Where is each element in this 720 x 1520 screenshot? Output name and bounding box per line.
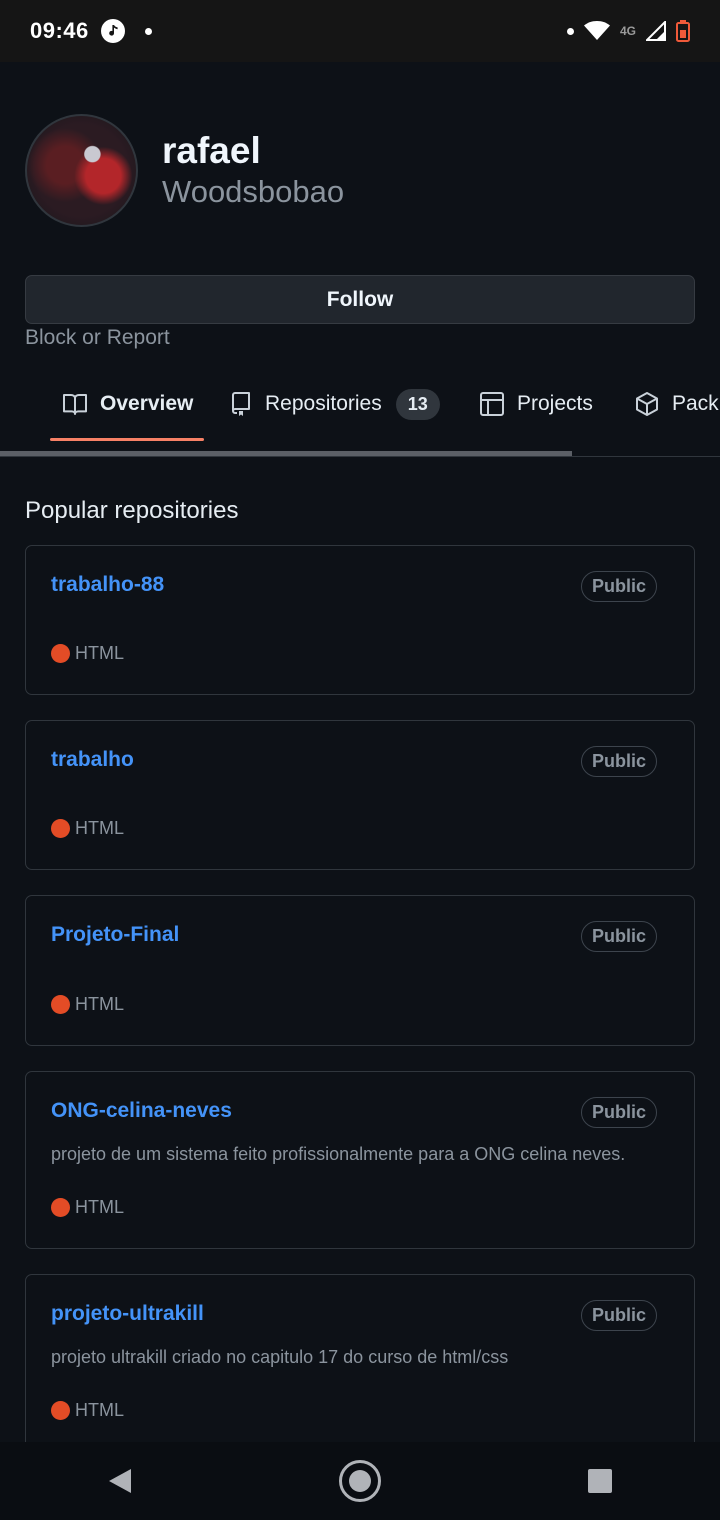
tab-overview[interactable]: Overview (62, 372, 193, 436)
repo-card[interactable]: trabalho-88 Public HTML (25, 545, 695, 695)
username: Woodsbobao (162, 173, 345, 209)
status-bar: 09:46 4G (0, 0, 720, 62)
repo-description: projeto de um sistema feito profissional… (51, 1144, 626, 1164)
system-nav-bar (0, 1442, 720, 1520)
home-icon (339, 1460, 381, 1502)
repo-language: HTML (51, 1197, 124, 1218)
repo-card[interactable]: Projeto-Final Public HTML (25, 895, 695, 1046)
popular-repositories-title: Popular repositories (25, 497, 239, 524)
book-icon (63, 394, 87, 415)
language-color-dot (51, 995, 70, 1014)
status-time: 09:46 (30, 18, 89, 43)
repo-card[interactable]: ONG-celina-neves Public projeto de um si… (25, 1071, 695, 1249)
visibility-badge: Public (580, 571, 657, 602)
package-icon (636, 392, 658, 416)
repo-language: HTML (51, 818, 124, 839)
repo-language: HTML (51, 994, 124, 1015)
language-color-dot (51, 644, 70, 663)
visibility-badge: Public (580, 1097, 657, 1128)
wifi-icon (583, 21, 610, 40)
tab-projects[interactable]: Projects (479, 372, 593, 436)
tab-repositories[interactable]: Repositories 13 (229, 372, 440, 436)
display-name: rafael (162, 129, 261, 171)
language-label: HTML (75, 1197, 124, 1217)
battery-icon (676, 20, 690, 42)
tab-label: Projects (517, 392, 593, 415)
language-label: HTML (75, 1400, 124, 1420)
recents-icon (588, 1469, 612, 1493)
language-label: HTML (75, 643, 124, 663)
tab-label: Overview (100, 392, 194, 415)
repo-language: HTML (51, 643, 124, 664)
tab-label: Repositories (265, 392, 382, 415)
notification-dot (144, 27, 152, 35)
tab-label: Pack (672, 392, 719, 415)
tab-packages[interactable]: Pack (634, 372, 719, 436)
repo-name-link[interactable]: trabalho (51, 748, 134, 772)
repo-count-badge: 13 (395, 388, 440, 420)
repo-icon (232, 392, 250, 416)
network-type: 4G (619, 24, 636, 38)
back-icon (109, 1469, 131, 1493)
repo-card[interactable]: trabalho Public HTML (25, 720, 695, 870)
avatar[interactable] (25, 114, 138, 227)
language-color-dot (51, 1401, 70, 1420)
language-label: HTML (75, 994, 124, 1014)
repo-name-link[interactable]: projeto-ultrakill (51, 1302, 204, 1326)
table-icon (480, 392, 504, 416)
repo-card[interactable]: projeto-ultrakill Public projeto ultraki… (25, 1274, 695, 1442)
profile-tabs: Overview Repositories 13 Projects Pack (0, 372, 720, 457)
back-button[interactable] (80, 1451, 160, 1511)
language-color-dot (51, 1198, 70, 1217)
visibility-badge: Public (580, 746, 657, 777)
repo-name-link[interactable]: ONG-celina-neves (51, 1099, 232, 1123)
language-label: HTML (75, 818, 124, 838)
status-dot (566, 27, 574, 35)
block-or-report-link[interactable]: Block or Report (25, 326, 170, 350)
recents-button[interactable] (560, 1451, 640, 1511)
repo-language: HTML (51, 1400, 124, 1421)
active-tab-indicator (50, 438, 204, 441)
follow-button[interactable]: Follow (25, 275, 695, 324)
home-button[interactable] (320, 1451, 400, 1511)
tab-divider (0, 456, 720, 457)
visibility-badge: Public (580, 1300, 657, 1331)
cell-signal-icon (646, 21, 666, 41)
profile-header: rafael Woodsbobao (25, 114, 344, 227)
visibility-badge: Public (580, 921, 657, 952)
music-app-icon (100, 19, 125, 43)
repo-name-link[interactable]: trabalho-88 (51, 573, 164, 597)
repo-description: projeto ultrakill criado no capitulo 17 … (51, 1347, 509, 1367)
repo-name-link[interactable]: Projeto-Final (51, 923, 179, 947)
language-color-dot (51, 819, 70, 838)
profile-page: rafael Woodsbobao Follow Block or Report… (0, 62, 720, 1442)
